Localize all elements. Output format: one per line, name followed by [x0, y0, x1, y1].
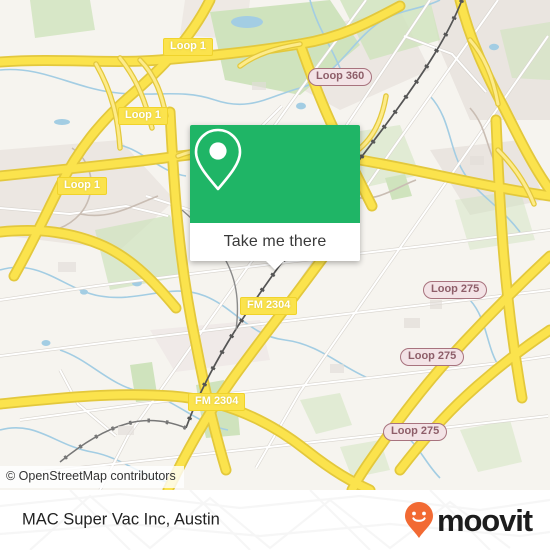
road-label-loop-275-ne[interactable]: Loop 275 — [423, 281, 488, 299]
map-attribution[interactable]: © OpenStreetMap contributors — [0, 466, 184, 488]
popup-action-row[interactable]: Take me there — [190, 223, 360, 270]
popup-pin-area — [190, 125, 360, 223]
road-label-loop-275-mid[interactable]: Loop 275 — [400, 348, 465, 366]
moovit-logo[interactable]: moovit — [404, 501, 533, 539]
road-label-loop-1-north[interactable]: Loop 1 — [163, 38, 214, 56]
place-title: MAC Super Vac Inc, Austin — [22, 510, 220, 529]
moovit-wordmark: moovit — [436, 502, 533, 538]
moovit-pin-icon — [404, 502, 433, 538]
road-label-fm-2304-north[interactable]: FM 2304 — [240, 297, 298, 315]
footer-bar: MAC Super Vac Inc, Austin moovit — [0, 490, 550, 550]
road-label-loop-360[interactable]: Loop 360 — [308, 68, 373, 86]
take-me-there-label: Take me there — [223, 233, 327, 250]
road-label-loop-1-west[interactable]: Loop 1 — [57, 177, 108, 195]
take-me-there-popup[interactable]: Take me there — [190, 125, 360, 270]
popup-pointer — [266, 261, 284, 270]
location-pin-icon — [194, 128, 242, 191]
road-label-fm-2304-south[interactable]: FM 2304 — [188, 393, 246, 411]
road-label-loop-275-se[interactable]: Loop 275 — [383, 423, 448, 441]
road-label-loop-1-mid[interactable]: Loop 1 — [118, 107, 169, 125]
moovit-map-page: Loop 1 Loop 360 Loop 1 Loop 1 FM 2304 Lo… — [0, 0, 550, 550]
map-canvas[interactable]: Loop 1 Loop 360 Loop 1 Loop 1 FM 2304 Lo… — [0, 0, 550, 490]
